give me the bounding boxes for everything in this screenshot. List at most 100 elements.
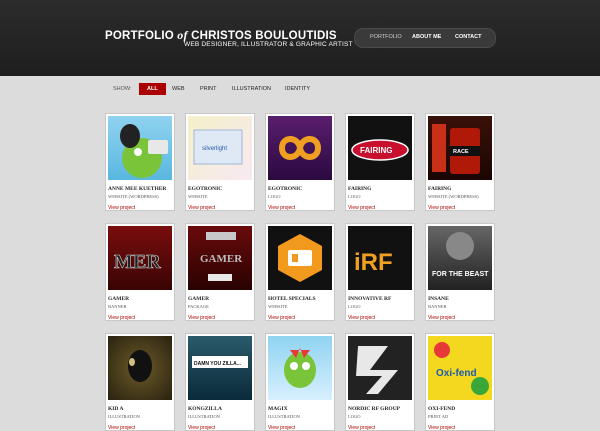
project-title: MAGIX [268, 406, 288, 412]
view-project-link[interactable]: View project [188, 425, 215, 431]
project-card[interactable]: ANNE MEE KUETHER WEBSITE (WORDPRESS) Vie… [105, 113, 175, 211]
project-card[interactable]: Oxi-fend OXI-FEND PRINT AD View project [425, 333, 495, 431]
project-title: INNOVATIVE RF [348, 296, 392, 302]
nordic-rf-logo-icon [356, 346, 398, 394]
magix-character-icon [284, 348, 316, 388]
project-card[interactable]: iRF INNOVATIVE RF LOGO View project [345, 223, 415, 321]
filter-illustration[interactable]: ILLUSTRATION [232, 83, 271, 95]
project-card[interactable]: FOR THE BEAST INSANE BANNER View project [425, 223, 495, 321]
thumb-text: silverlight [202, 146, 227, 152]
project-thumbnail[interactable]: FOR THE BEAST [428, 226, 492, 290]
kid-a-face-icon [128, 350, 152, 382]
project-thumbnail[interactable]: Oxi-fend [428, 336, 492, 400]
project-thumbnail[interactable]: DAMN YOU ZILLA... [188, 336, 252, 400]
view-project-link[interactable]: View project [268, 315, 295, 321]
view-project-link[interactable]: View project [428, 425, 455, 431]
project-card[interactable]: HOTEL SPECIALS WEBSITE View project [265, 223, 335, 321]
view-project-link[interactable]: View project [188, 205, 215, 211]
project-thumbnail[interactable]: GAMER [188, 226, 252, 290]
project-category: WEBSITE (WORDPRESS) [108, 194, 159, 199]
thumb-text: iRF [354, 249, 393, 276]
project-category: PRINT AD [428, 414, 449, 419]
project-category: WEBSITE [188, 194, 208, 199]
project-thumbnail[interactable] [108, 336, 172, 400]
view-project-link[interactable]: View project [108, 315, 135, 321]
hotel-hexagon-icon [278, 234, 322, 282]
site-header: PORTFOLIO of CHRISTOS BOULOUTIDIS WEB DE… [0, 0, 600, 76]
project-title: EGOTRONIC [268, 186, 303, 192]
project-title: FAIRING [348, 186, 372, 192]
project-category: LOGO [348, 304, 361, 309]
project-card[interactable]: silverlight EGOTRONIC WEBSITE View proje… [185, 113, 255, 211]
project-thumbnail[interactable]: iRF [348, 226, 412, 290]
project-card[interactable]: EGOTRONIC LOGO View project [265, 113, 335, 211]
gamer-package-icon: GAMER [200, 232, 243, 281]
project-category: WEBSITE (WORDPRESS) [428, 194, 479, 199]
project-title: GAMER [188, 296, 210, 302]
project-thumbnail[interactable] [268, 336, 332, 400]
project-card[interactable]: RACE FAIRING WEBSITE (WORDPRESS) View pr… [425, 113, 495, 211]
project-title: FAIRING [428, 186, 452, 192]
nav-about-me[interactable]: ABOUT ME [412, 34, 441, 40]
filter-all[interactable]: ALL [139, 83, 166, 95]
site-subtitle: WEB DESIGNER, ILLUSTRATOR & GRAPHIC ARTI… [184, 41, 353, 48]
view-project-link[interactable]: View project [268, 425, 295, 431]
project-card[interactable]: FAIRING FAIRING LOGO View project [345, 113, 415, 211]
project-card[interactable]: MAGIX ILLUSTRATION View project [265, 333, 335, 431]
view-project-link[interactable]: View project [428, 205, 455, 211]
nav-contact[interactable]: CONTACT [455, 34, 481, 40]
view-project-link[interactable]: View project [268, 205, 295, 211]
title-text-1: PORTFOLIO [105, 30, 178, 42]
thumb-text: FOR THE BEAST [432, 271, 489, 278]
project-title: ANNE MEE KUETHER [108, 186, 167, 192]
project-thumbnail[interactable]: RACE [428, 116, 492, 180]
gamer-banner-icon: MER [114, 251, 162, 274]
view-project-link[interactable]: View project [348, 315, 375, 321]
project-thumbnail[interactable] [268, 116, 332, 180]
project-title: OXI-FEND [428, 406, 456, 412]
project-thumbnail[interactable]: silverlight [188, 116, 252, 180]
nav-portfolio[interactable]: PORTFOLIO [370, 34, 402, 40]
product-can-icon: RACE [432, 124, 480, 174]
project-thumbnail[interactable] [108, 116, 172, 180]
project-category: WEBSITE [268, 304, 288, 309]
project-category: BANNER [108, 304, 127, 309]
project-category: LOGO [348, 194, 361, 199]
project-title: HOTEL SPECIALS [268, 296, 316, 302]
project-card[interactable]: GAMER GAMER PACKAGE View project [185, 223, 255, 321]
thumb-text: RACE [453, 149, 469, 155]
filter-identity[interactable]: IDENTITY [285, 83, 310, 95]
view-project-link[interactable]: View project [348, 205, 375, 211]
project-card[interactable]: DAMN YOU ZILLA... KONGZILLA ILLUSTRATION… [185, 333, 255, 431]
filter-label: SHOW: [113, 86, 132, 92]
view-project-link[interactable]: View project [348, 425, 375, 431]
filter-web[interactable]: WEB [172, 83, 185, 95]
project-category: PACKAGE [188, 304, 209, 309]
project-card[interactable]: MER GAMER BANNER View project [105, 223, 175, 321]
project-thumbnail[interactable]: FAIRING [348, 116, 412, 180]
oxi-fend-ad-icon: Oxi-fend [434, 342, 489, 395]
infinity-logo-icon [278, 136, 322, 160]
project-card[interactable]: NORDIC RF GROUP LOGO View project [345, 333, 415, 431]
filter-print[interactable]: PRINT [200, 83, 217, 95]
project-category: LOGO [348, 414, 361, 419]
view-project-link[interactable]: View project [188, 315, 215, 321]
project-title: KID A [108, 406, 124, 412]
kongzilla-speech-icon: DAMN YOU ZILLA... [192, 356, 248, 368]
view-project-link[interactable]: View project [108, 205, 135, 211]
project-category: LOGO [268, 194, 281, 199]
project-thumbnail[interactable] [268, 226, 332, 290]
project-thumbnail[interactable] [348, 336, 412, 400]
fairing-logo-icon: FAIRING [351, 139, 409, 161]
thumb-text: DAMN YOU ZILLA... [194, 361, 241, 367]
project-category: BANNER [428, 304, 447, 309]
view-project-link[interactable]: View project [428, 315, 455, 321]
project-thumbnail[interactable]: MER [108, 226, 172, 290]
view-project-link[interactable]: View project [108, 425, 135, 431]
project-category: ILLUSTRATION [188, 414, 220, 419]
thumb-text: FAIRING [360, 146, 392, 155]
project-card[interactable]: KID A ILLUSTRATION View project [105, 333, 175, 431]
main-nav: PORTFOLIO ABOUT ME CONTACT [354, 28, 496, 48]
silverlight-screen-icon: silverlight [193, 129, 243, 165]
project-title: KONGZILLA [188, 406, 222, 412]
